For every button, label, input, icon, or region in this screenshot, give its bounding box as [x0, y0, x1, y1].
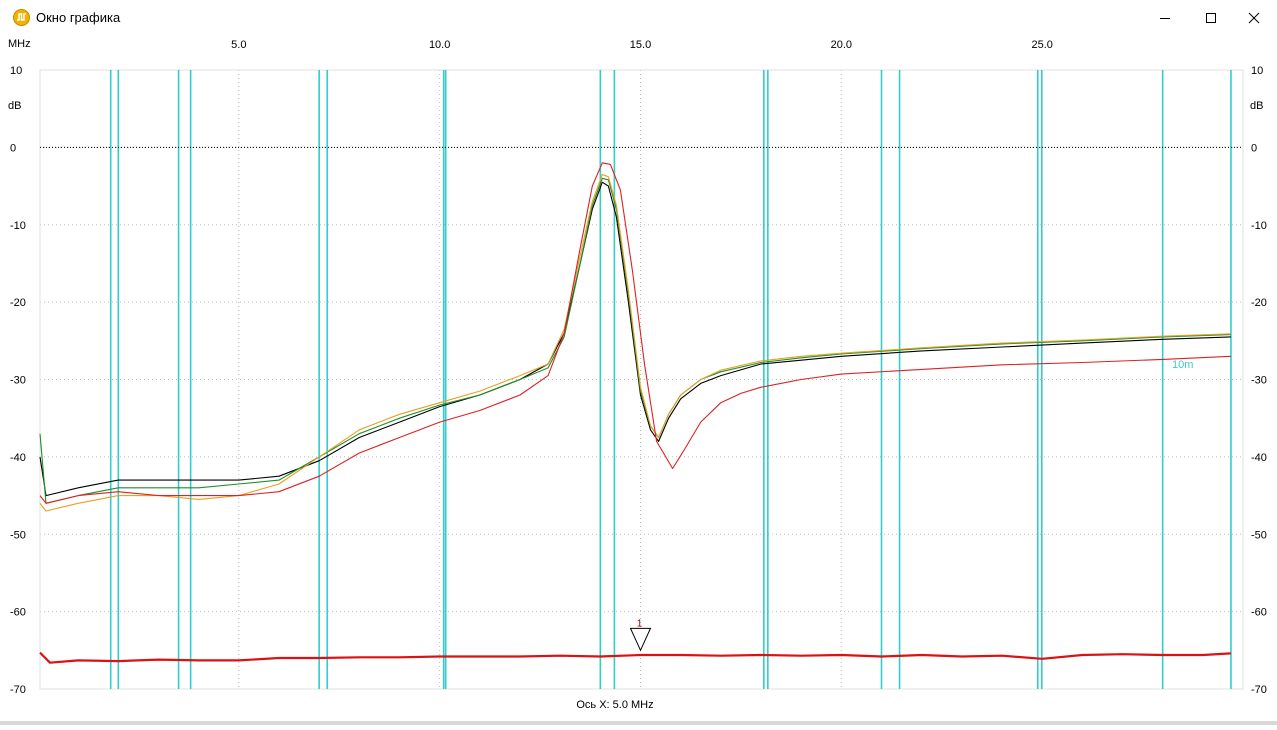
x-tick-label: 5.0 [231, 39, 246, 51]
window-bottom-edge [0, 721, 1277, 725]
series-line-noise [39, 651, 1231, 664]
x-tick-label: 20.0 [831, 39, 852, 51]
y-tick-label-left: -50 [10, 529, 26, 541]
y-tick-label-right: 0 [1251, 142, 1257, 154]
y-tick-label-left: -20 [10, 297, 26, 309]
y-tick-label-left: -30 [10, 375, 26, 387]
marker-label: 1 [637, 618, 643, 629]
x-tick-label: 25.0 [1031, 39, 1052, 51]
close-button[interactable] [1231, 0, 1277, 36]
x-tick-label: 10.0 [429, 39, 450, 51]
minimize-icon [1160, 18, 1170, 19]
y-unit-left: dB [8, 100, 21, 112]
y-tick-label-right: 10 [1251, 65, 1263, 77]
marker-1[interactable]: 1 [629, 618, 652, 652]
series-group [39, 162, 1231, 664]
maximize-button[interactable] [1188, 0, 1234, 36]
minimize-button[interactable] [1142, 0, 1188, 36]
y-tick-label-right: -50 [1251, 529, 1267, 541]
y-tick-label-right: -70 [1251, 684, 1267, 696]
window-title: Окно графика [36, 10, 121, 25]
close-icon [1248, 12, 1260, 24]
y-tick-label-right: -30 [1251, 375, 1267, 387]
y-tick-label-right: -10 [1251, 220, 1267, 232]
y-tick-label-right: -20 [1251, 297, 1267, 309]
series-line-black [39, 181, 1231, 497]
y-tick-label-left: -60 [10, 607, 26, 619]
series-line-red [39, 162, 1231, 504]
y-tick-label-left: -10 [10, 220, 26, 232]
marker-triangle-icon[interactable] [629, 627, 652, 652]
band-markers [109, 70, 1232, 689]
title-bar: Окно графика [0, 0, 1277, 36]
response-chart: MHz dB dB Ось X: 5.0 MHz 10m 5.0 10.0 15.0… [8, 38, 1267, 711]
y-tick-label-left: 10 [10, 65, 22, 77]
x-unit-label: MHz [8, 38, 31, 50]
y-unit-right: dB [1250, 100, 1263, 112]
maximize-icon [1206, 13, 1216, 23]
y-tick-label-left: -70 [10, 684, 26, 696]
plot-area[interactable]: MHz dB dB Ось X: 5.0 MHz 10m 5.0 10.0 15.0… [0, 36, 1277, 725]
y-tick-label-right: -40 [1251, 452, 1267, 464]
grid [39, 69, 1244, 690]
y-tick-label-left: 0 [10, 142, 16, 154]
y-tick-label-right: -60 [1251, 607, 1267, 619]
x-axis-caption: Ось X: 5.0 MHz [576, 699, 653, 711]
band-label-10m: 10m [1172, 359, 1193, 371]
x-tick-label: 15.0 [630, 39, 651, 51]
app-icon [13, 9, 30, 26]
y-tick-label-left: -40 [10, 452, 26, 464]
